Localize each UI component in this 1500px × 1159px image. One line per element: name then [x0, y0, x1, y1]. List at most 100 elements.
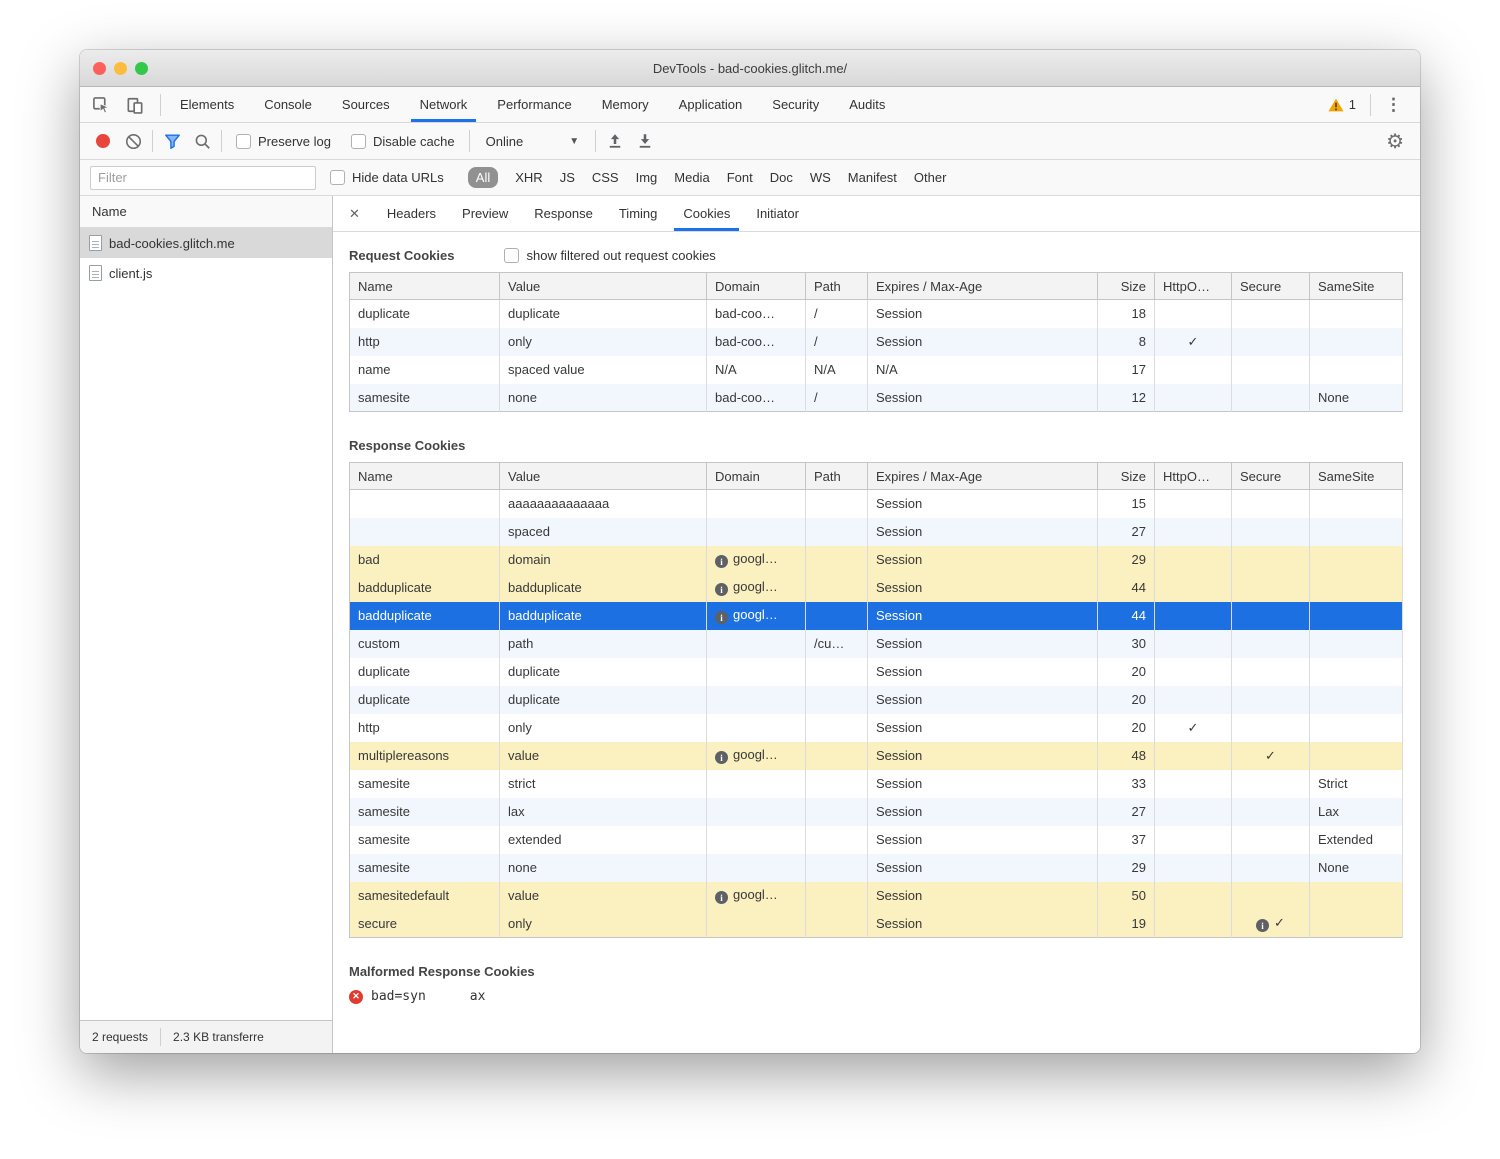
cell-value: badduplicate — [500, 602, 707, 630]
cookie-row[interactable]: aaaaaaaaaaaaaaSession15 — [350, 490, 1403, 518]
warning-count: 1 — [1349, 97, 1356, 112]
resource-filter-doc[interactable]: Doc — [770, 170, 793, 185]
filter-input[interactable] — [90, 166, 316, 190]
cookie-row[interactable]: badduplicatebadduplicateigoogl…Session44 — [350, 602, 1403, 630]
cookie-row[interactable]: samesiteextendedSession37Extended — [350, 826, 1403, 854]
cell-secure — [1232, 328, 1310, 356]
resource-filter-other[interactable]: Other — [914, 170, 947, 185]
disable-cache-checkbox[interactable]: Disable cache — [351, 134, 455, 149]
show-filtered-checkbox[interactable]: show filtered out request cookies — [504, 248, 715, 263]
record-button[interactable] — [88, 128, 118, 154]
close-window-button[interactable] — [93, 62, 106, 75]
cell-path — [806, 742, 868, 770]
cookie-row[interactable]: baddomainigoogl…Session29 — [350, 546, 1403, 574]
search-icon[interactable] — [187, 128, 217, 154]
detail-tab-timing[interactable]: Timing — [606, 196, 671, 231]
cookie-row[interactable]: samesitedefaultvalueigoogl…Session50 — [350, 882, 1403, 910]
resource-filter-media[interactable]: Media — [674, 170, 709, 185]
resource-filter-manifest[interactable]: Manifest — [848, 170, 897, 185]
tab-network[interactable]: Network — [405, 87, 483, 122]
request-list-panel: Name bad-cookies.glitch.meclient.js 2 re… — [80, 196, 333, 1053]
checkbox[interactable] — [504, 248, 519, 263]
cookie-row[interactable]: samesitestrictSession33Strict — [350, 770, 1403, 798]
resource-filter-js[interactable]: JS — [560, 170, 575, 185]
chevron-down-icon: ▼ — [569, 136, 579, 147]
cookie-row[interactable]: duplicateduplicateSession20 — [350, 658, 1403, 686]
cookie-row[interactable]: httponlySession20✓ — [350, 714, 1403, 742]
cell-samesite — [1310, 882, 1403, 910]
detail-tab-initiator[interactable]: Initiator — [743, 196, 812, 231]
info-icon: i — [715, 611, 728, 624]
kebab-menu-icon[interactable]: ⋮ — [1375, 95, 1412, 115]
device-toolbar-icon[interactable] — [120, 92, 150, 118]
show-filtered-label: show filtered out request cookies — [526, 248, 715, 263]
detail-tab-response[interactable]: Response — [521, 196, 606, 231]
cookie-row[interactable]: secureonlySession19i✓ — [350, 910, 1403, 938]
checkbox[interactable] — [236, 134, 251, 149]
cell-name: samesite — [350, 798, 500, 826]
checkbox[interactable] — [330, 170, 345, 185]
resource-filter-css[interactable]: CSS — [592, 170, 619, 185]
throttling-dropdown[interactable]: Online ▼ — [474, 134, 591, 149]
cookie-row[interactable]: namespaced valueN/AN/AN/A17 — [350, 356, 1403, 384]
cookie-row[interactable]: spacedSession27 — [350, 518, 1403, 546]
settings-gear-icon[interactable]: ⚙ — [1386, 129, 1412, 154]
divider — [1370, 94, 1371, 116]
clear-icon[interactable] — [118, 128, 148, 154]
cookie-row[interactable]: samesitelaxSession27Lax — [350, 798, 1403, 826]
import-har-icon[interactable] — [600, 128, 630, 154]
inspect-element-icon[interactable] — [86, 92, 116, 118]
resource-filter-xhr[interactable]: XHR — [515, 170, 542, 185]
cookie-row[interactable]: duplicateduplicateSession20 — [350, 686, 1403, 714]
cookie-row[interactable]: httponlybad-coo…/Session8✓ — [350, 328, 1403, 356]
tab-audits[interactable]: Audits — [834, 87, 900, 122]
tab-console[interactable]: Console — [249, 87, 327, 122]
close-detail-icon[interactable]: ✕ — [333, 196, 374, 231]
malformed-cookie-row: ✕ bad=syn ax — [349, 989, 1404, 1004]
tab-sources[interactable]: Sources — [327, 87, 405, 122]
request-row[interactable]: bad-cookies.glitch.me — [80, 228, 332, 258]
request-row[interactable]: client.js — [80, 258, 332, 288]
cell-name: duplicate — [350, 300, 500, 328]
resource-filter-img[interactable]: Img — [636, 170, 658, 185]
cookie-row[interactable]: custompath/cu…Session30 — [350, 630, 1403, 658]
detail-tab-cookies[interactable]: Cookies — [670, 196, 743, 231]
tab-security[interactable]: Security — [757, 87, 834, 122]
cell-httponly — [1155, 546, 1232, 574]
cell-domain: igoogl… — [707, 574, 806, 602]
cell-samesite — [1310, 518, 1403, 546]
request-list-header[interactable]: Name — [80, 196, 332, 228]
console-warning-counter[interactable]: 1 — [1318, 97, 1366, 112]
tab-application[interactable]: Application — [664, 87, 758, 122]
document-icon — [89, 235, 102, 251]
malformed-cookie-extra: ax — [470, 989, 486, 1004]
zoom-window-button[interactable] — [135, 62, 148, 75]
resource-filter-font[interactable]: Font — [727, 170, 753, 185]
resource-filter-ws[interactable]: WS — [810, 170, 831, 185]
column-header: Name — [350, 273, 500, 300]
cell-samesite — [1310, 300, 1403, 328]
cell-value: aaaaaaaaaaaaaa — [500, 490, 707, 518]
cookie-row[interactable]: badduplicatebadduplicateigoogl…Session44 — [350, 574, 1403, 602]
cell-name: custom — [350, 630, 500, 658]
export-har-icon[interactable] — [630, 128, 660, 154]
resource-filter-all[interactable]: All — [468, 167, 498, 188]
cookie-row[interactable]: samesitenoneSession29None — [350, 854, 1403, 882]
cookie-row[interactable]: duplicateduplicatebad-coo…/Session18 — [350, 300, 1403, 328]
tab-performance[interactable]: Performance — [482, 87, 586, 122]
checkbox[interactable] — [351, 134, 366, 149]
minimize-window-button[interactable] — [114, 62, 127, 75]
cell-expires: Session — [868, 490, 1098, 518]
cookie-row[interactable]: samesitenonebad-coo…/Session12None — [350, 384, 1403, 412]
detail-tab-headers[interactable]: Headers — [374, 196, 449, 231]
cell-httponly — [1155, 490, 1232, 518]
hide-data-urls-checkbox[interactable]: Hide data URLs — [330, 170, 444, 185]
detail-tab-preview[interactable]: Preview — [449, 196, 521, 231]
cookie-row[interactable]: multiplereasonsvalueigoogl…Session48✓ — [350, 742, 1403, 770]
preserve-log-checkbox[interactable]: Preserve log — [236, 134, 331, 149]
tab-elements[interactable]: Elements — [165, 87, 249, 122]
network-toolbar: Preserve log Disable cache Online ▼ ⚙ — [80, 123, 1420, 160]
tab-memory[interactable]: Memory — [587, 87, 664, 122]
filter-funnel-icon[interactable] — [157, 128, 187, 154]
column-header: Secure — [1232, 273, 1310, 300]
